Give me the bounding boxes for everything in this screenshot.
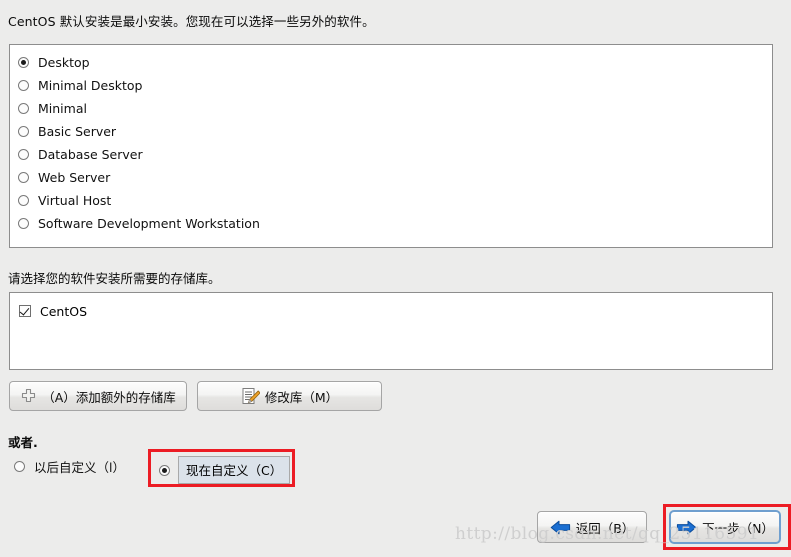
list-item-label: Desktop xyxy=(38,55,90,70)
next-button-label: 下一步（N） xyxy=(702,520,774,536)
list-item-label: Web Server xyxy=(38,170,111,185)
list-item[interactable]: Basic Server xyxy=(10,120,772,143)
arrow-left-icon xyxy=(550,520,571,535)
back-button[interactable]: 返回（B） xyxy=(537,511,647,543)
intro-text: CentOS 默认安装是最小安装。您现在可以选择一些另外的软件。 xyxy=(8,14,375,29)
list-item-label: Database Server xyxy=(38,147,143,162)
or-label: 或者. xyxy=(8,435,38,450)
radio-minimal[interactable] xyxy=(18,103,29,114)
list-item[interactable]: Desktop xyxy=(10,51,772,74)
software-group-list[interactable]: Desktop Minimal Desktop Minimal Basic Se… xyxy=(9,44,773,248)
radio-customize-now[interactable] xyxy=(159,464,170,476)
customize-now-label: 现在自定义（C） xyxy=(178,456,291,484)
list-item-label: Software Development Workstation xyxy=(38,216,260,231)
radio-software-development-workstation[interactable] xyxy=(18,218,29,229)
checkbox-centos[interactable] xyxy=(19,305,31,317)
next-button[interactable]: 下一步（N） xyxy=(669,510,781,544)
list-item-label: Minimal xyxy=(38,101,87,116)
customize-later-label: 以后自定义（l） xyxy=(34,460,125,475)
list-item[interactable]: Minimal xyxy=(10,97,772,120)
list-item-label: CentOS xyxy=(40,303,88,319)
radio-database-server[interactable] xyxy=(18,149,29,160)
plus-icon xyxy=(20,388,37,405)
add-repository-button[interactable]: （A）添加额外的存储库 xyxy=(9,381,187,411)
document-edit-icon xyxy=(241,387,260,406)
list-item[interactable]: Software Development Workstation xyxy=(10,212,772,235)
list-item-label: Minimal Desktop xyxy=(38,78,143,93)
list-item[interactable]: CentOS xyxy=(10,300,772,322)
radio-desktop[interactable] xyxy=(18,57,29,68)
list-item[interactable]: Web Server xyxy=(10,166,772,189)
back-button-label: 返回（B） xyxy=(575,520,635,536)
customize-later-option[interactable]: 以后自定义（l） xyxy=(14,457,125,476)
add-repository-label: （A）添加额外的存储库 xyxy=(42,389,176,405)
radio-basic-server[interactable] xyxy=(18,126,29,137)
radio-web-server[interactable] xyxy=(18,172,29,183)
radio-customize-later[interactable] xyxy=(14,461,25,472)
repository-section-label: 请选择您的软件安装所需要的存储库。 xyxy=(8,271,221,286)
modify-repository-label: 修改库（M） xyxy=(264,389,339,405)
modify-repository-button[interactable]: 修改库（M） xyxy=(197,381,382,411)
list-item-label: Basic Server xyxy=(38,124,117,139)
customize-now-option[interactable]: 现在自定义（C） xyxy=(159,456,291,484)
arrow-right-icon xyxy=(676,520,697,535)
radio-minimal-desktop[interactable] xyxy=(18,80,29,91)
list-item-label: Virtual Host xyxy=(38,193,112,208)
repository-list[interactable]: CentOS xyxy=(9,292,773,370)
list-item[interactable]: Database Server xyxy=(10,143,772,166)
list-item[interactable]: Virtual Host xyxy=(10,189,772,212)
list-item[interactable]: Minimal Desktop xyxy=(10,74,772,97)
radio-virtual-host[interactable] xyxy=(18,195,29,206)
